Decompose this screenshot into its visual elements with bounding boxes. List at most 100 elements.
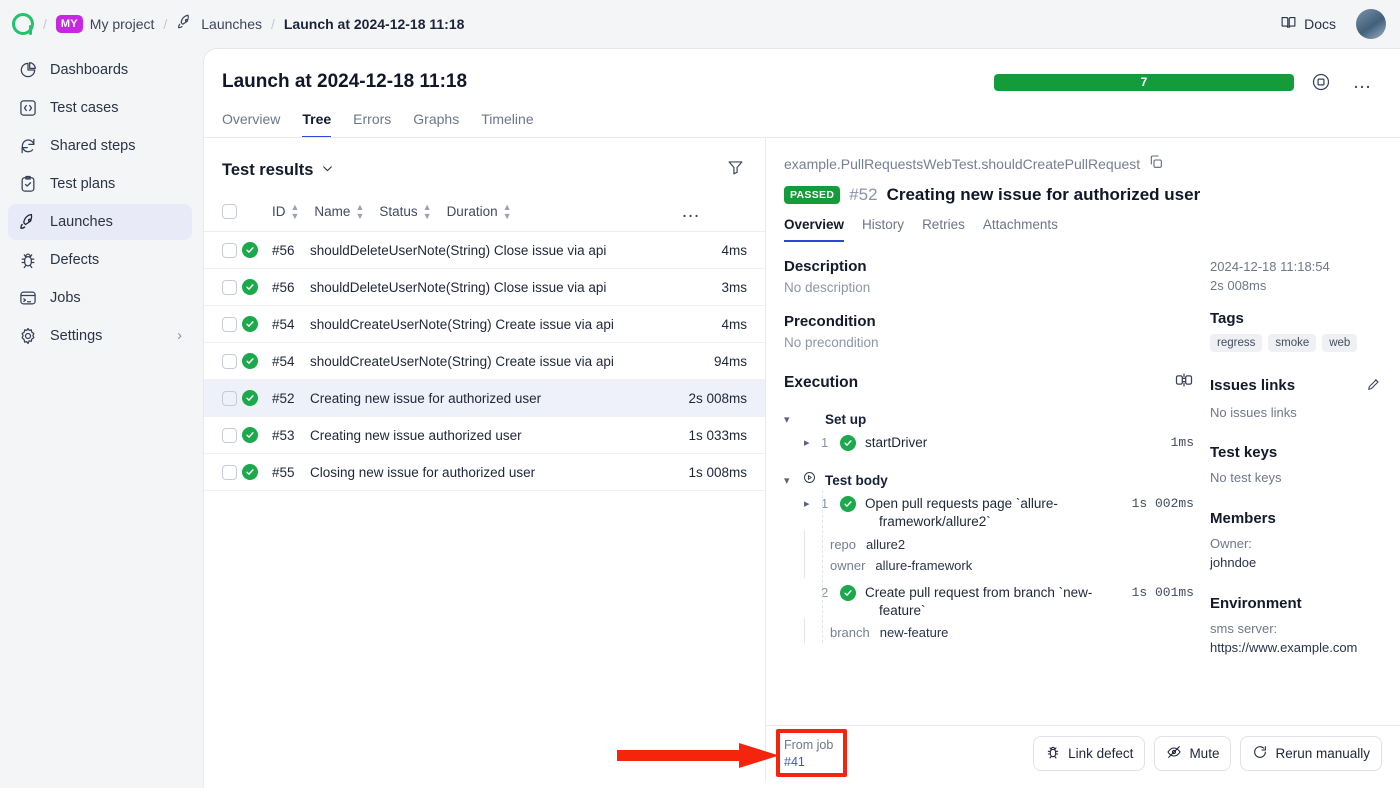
tab-timeline[interactable]: Timeline (481, 111, 533, 138)
row-checkbox-cell[interactable] (204, 379, 242, 417)
sidebar-item-jobs[interactable]: Jobs (8, 280, 192, 316)
row-id: #54 (272, 342, 310, 380)
sidebar-label-settings: Settings (50, 328, 103, 344)
status-col-spacer (242, 196, 272, 232)
tab-graphs[interactable]: Graphs (413, 111, 459, 138)
mute-button[interactable]: Mute (1154, 736, 1232, 771)
launch-more-menu-button[interactable]: … (1348, 67, 1378, 97)
clipboard-check-icon (18, 174, 38, 194)
step-name: Open pull requests page `allure- (865, 496, 1058, 512)
row-name: Creating new issue for authorized user (310, 379, 681, 417)
execution-step[interactable]: ▸ 1 startDriver 1ms (784, 429, 1194, 454)
tag-item[interactable]: regress (1210, 333, 1263, 352)
test-title: Creating new issue for authorized user (886, 185, 1201, 204)
copy-icon[interactable] (1148, 154, 1164, 173)
tag-item[interactable]: smoke (1268, 333, 1317, 352)
link-defect-button[interactable]: Link defect (1033, 736, 1146, 771)
docs-button[interactable]: Docs (1272, 9, 1344, 39)
row-checkbox[interactable] (222, 279, 237, 295)
table-row[interactable]: #55 Closing new issue for authorized use… (204, 453, 765, 491)
chevron-right-icon[interactable]: ▸ (804, 434, 812, 449)
execution-group-test-body[interactable]: ▾ Test body (784, 470, 1194, 490)
sidebar-label-defects: Defects (50, 252, 100, 268)
tab-errors[interactable]: Errors (353, 111, 391, 138)
row-checkbox-cell[interactable] (204, 416, 242, 454)
row-name: shouldCreateUserNote(String) Create issu… (310, 305, 681, 343)
breadcrumb-launches[interactable]: Launches (176, 13, 262, 36)
detail-tab-retries[interactable]: Retries (922, 217, 965, 242)
launch-tabs: Overview Tree Errors Graphs Timeline (204, 111, 1400, 138)
test-timestamp: 2024-12-18 11:18:54 (1210, 259, 1330, 274)
detail-tab-attachments[interactable]: Attachments (983, 217, 1058, 242)
detail-tab-history[interactable]: History (862, 217, 904, 242)
split-view: Test results ID ▲ ▼ Name ▲ ▼ Status ▲ ▼ … (204, 138, 1400, 781)
table-row-selected[interactable]: #52 Creating new issue for authorized us… (204, 379, 765, 417)
table-header-row: ID ▲▼ Name ▲▼ Status ▲▼ Duration ▲▼ (204, 196, 765, 232)
status-passed-icon (840, 496, 856, 513)
breadcrumb-project[interactable]: MY My project (55, 15, 154, 33)
row-duration: 4ms (681, 231, 765, 269)
execution-group-label: Set up (825, 411, 867, 427)
allure-logo-icon[interactable] (12, 13, 34, 35)
execution-step[interactable]: 2 Create pull request from branch `new- … (784, 576, 1194, 622)
table-row[interactable]: #53 Creating new issue authorized user 1… (204, 416, 765, 454)
row-checkbox[interactable] (222, 353, 237, 369)
from-job-info[interactable]: From job #41 (784, 737, 833, 771)
chevron-right-icon[interactable]: ▸ (804, 495, 812, 510)
from-job-id[interactable]: #41 (784, 754, 833, 771)
tag-item[interactable]: web (1322, 333, 1358, 352)
chevron-down-icon[interactable]: ▾ (784, 474, 794, 487)
row-checkbox[interactable] (222, 242, 237, 258)
sidebar-item-shared-steps[interactable]: Shared steps (8, 128, 192, 164)
parameter-key: branch (830, 625, 870, 641)
row-checkbox-cell[interactable] (204, 453, 242, 491)
row-checkbox[interactable] (222, 427, 237, 443)
test-results-title-group[interactable]: Test results (222, 161, 334, 180)
sidebar-item-test-plans[interactable]: Test plans (8, 166, 192, 202)
step-duration: 1s 002ms (1131, 496, 1194, 512)
sidebar-item-dashboards[interactable]: Dashboards (8, 52, 192, 88)
row-checkbox[interactable] (222, 316, 237, 332)
sort-icon: ▲ ▼ (502, 201, 512, 221)
rerun-manually-button[interactable]: Rerun manually (1240, 736, 1382, 771)
tab-tree[interactable]: Tree (302, 111, 332, 138)
table-more-menu-button[interactable]: … (681, 196, 765, 232)
row-checkbox[interactable] (222, 464, 237, 480)
select-all-checkbox[interactable] (222, 204, 237, 219)
sort-icon: ▲ ▼ (422, 201, 432, 221)
user-avatar[interactable] (1356, 9, 1386, 39)
table-row[interactable]: #54 shouldCreateUserNote(String) Create … (204, 342, 765, 380)
execution-group-setup[interactable]: ▾ Set up (784, 409, 1194, 429)
row-checkbox-cell[interactable] (204, 231, 242, 269)
sidebar-item-settings[interactable]: Settings › (8, 318, 192, 354)
breadcrumb-separator-1: / (43, 16, 47, 32)
sidebar-item-defects[interactable]: Defects (8, 242, 192, 278)
tab-overview[interactable]: Overview (222, 111, 280, 138)
test-results-table: ID ▲▼ Name ▲▼ Status ▲▼ Duration ▲▼ (204, 196, 765, 491)
pencil-icon[interactable] (1366, 376, 1382, 396)
refresh-cycle-icon (18, 136, 38, 156)
filter-icon[interactable] (726, 158, 745, 182)
table-row[interactable]: #56 shouldDeleteUserNote(String) Close i… (204, 231, 765, 269)
select-all-header[interactable] (204, 196, 242, 232)
row-checkbox-cell[interactable] (204, 342, 242, 380)
detail-tab-overview[interactable]: Overview (784, 217, 845, 242)
play-circle-icon (802, 470, 817, 490)
table-row[interactable]: #54 shouldCreateUserNote(String) Create … (204, 305, 765, 343)
breadcrumb-current: Launch at 2024-12-18 11:18 (283, 16, 465, 32)
row-checkbox[interactable] (222, 390, 237, 406)
chevron-down-icon[interactable]: ▾ (784, 413, 794, 426)
sidebar-item-launches[interactable]: Launches (8, 204, 192, 240)
test-detail: example.PullRequestsWebTest.shouldCreate… (766, 138, 1400, 781)
table-row[interactable]: #56 shouldDeleteUserNote(String) Close i… (204, 268, 765, 306)
row-checkbox-cell[interactable] (204, 268, 242, 306)
sidebar-item-test-cases[interactable]: Test cases (8, 90, 192, 126)
step-duration: 1ms (1170, 435, 1194, 450)
execution-step[interactable]: ▸ 1 Open pull requests page `allure- fra… (784, 490, 1194, 533)
row-checkbox-cell[interactable] (204, 305, 242, 343)
col-id[interactable]: ID ▲ ▼ Name ▲ ▼ Status ▲ ▼ Duration ▲ ▼ (272, 196, 681, 232)
compare-steps-icon[interactable] (1174, 370, 1194, 395)
step-parameter: branch new-feature (830, 622, 1194, 643)
step-name: startDriver (865, 435, 928, 450)
stop-launch-button[interactable] (1306, 67, 1336, 97)
